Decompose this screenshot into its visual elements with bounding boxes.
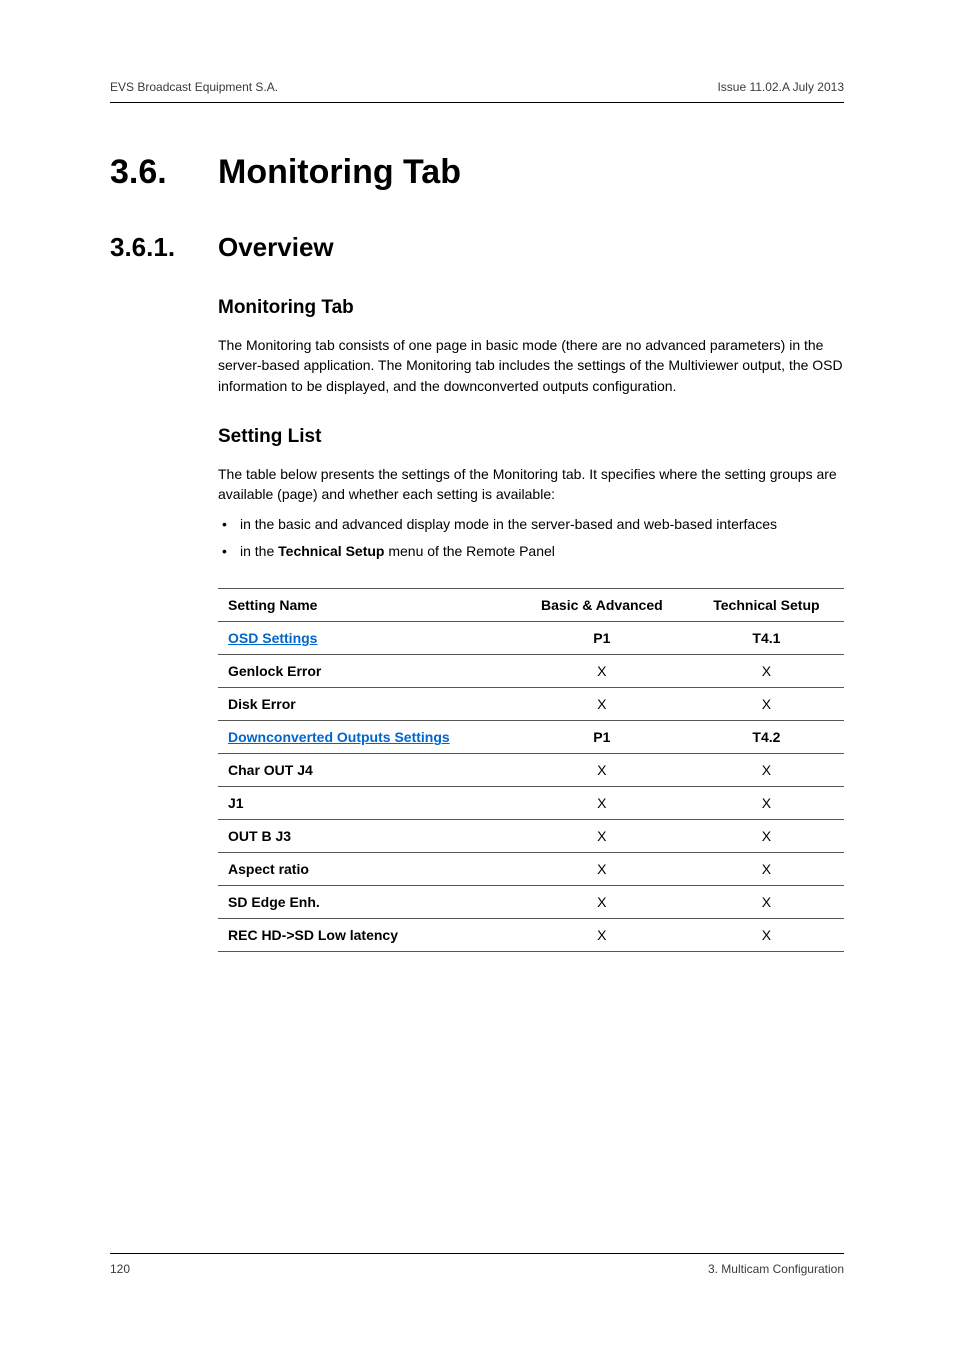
bullet-bold: Technical Setup xyxy=(278,543,384,559)
setting-name-cell: SD Edge Enh. xyxy=(218,886,515,919)
setting-name-cell: J1 xyxy=(218,787,515,820)
monitoring-tab-paragraph: The Monitoring tab consists of one page … xyxy=(218,335,844,396)
monitoring-tab-heading: Monitoring Tab xyxy=(218,297,844,319)
setting-list-heading: Setting List xyxy=(218,426,844,448)
header-rule xyxy=(110,102,844,103)
footer-rule xyxy=(110,1253,844,1254)
table-row: SD Edge Enh.XX xyxy=(218,886,844,919)
basic-advanced-cell: X xyxy=(515,754,689,787)
setting-list-intro: The table below presents the settings of… xyxy=(218,464,844,505)
table-row: Aspect ratioXX xyxy=(218,853,844,886)
table-row: OSD Settings P1T4.1 xyxy=(218,622,844,655)
table-header-row: Setting Name Basic & Advanced Technical … xyxy=(218,589,844,622)
table-row: REC HD->SD Low latencyXX xyxy=(218,919,844,952)
setting-name-cell: OUT B J3 xyxy=(218,820,515,853)
basic-advanced-cell: X xyxy=(515,688,689,721)
technical-setup-cell: X xyxy=(689,919,844,952)
setting-name-cell: Char OUT J4 xyxy=(218,754,515,787)
list-item: in the basic and advanced display mode i… xyxy=(218,514,844,535)
technical-setup-cell: X xyxy=(689,886,844,919)
section-title: Monitoring Tab xyxy=(218,153,461,192)
bullet-text: in the basic and advanced display mode i… xyxy=(240,516,777,532)
basic-advanced-cell: X xyxy=(515,820,689,853)
technical-setup-cell: X xyxy=(689,655,844,688)
footer-page-number: 120 xyxy=(110,1262,130,1276)
basic-advanced-cell: X xyxy=(515,886,689,919)
section-link[interactable]: Downconverted Outputs Settings xyxy=(228,729,450,745)
subsection-number: 3.6.1. xyxy=(110,232,218,263)
technical-setup-cell: X xyxy=(689,820,844,853)
setting-name-cell: Downconverted Outputs Settings xyxy=(218,721,515,754)
col-technical-setup: Technical Setup xyxy=(689,589,844,622)
page-footer: 120 3. Multicam Configuration xyxy=(110,1253,844,1276)
technical-setup-cell: X xyxy=(689,853,844,886)
bullet-prefix: in the xyxy=(240,543,278,559)
basic-advanced-cell: X xyxy=(515,919,689,952)
col-basic-advanced: Basic & Advanced xyxy=(515,589,689,622)
header-right: Issue 11.02.A July 2013 xyxy=(717,80,844,94)
setting-name-cell: Aspect ratio xyxy=(218,853,515,886)
setting-name-cell: OSD Settings xyxy=(218,622,515,655)
header-left: EVS Broadcast Equipment S.A. xyxy=(110,80,278,94)
basic-advanced-cell: X xyxy=(515,787,689,820)
table-row: Downconverted Outputs Settings P1T4.2 xyxy=(218,721,844,754)
setting-name-cell: Disk Error xyxy=(218,688,515,721)
subsection-title: Overview xyxy=(218,232,334,263)
table-row: J1XX xyxy=(218,787,844,820)
technical-setup-cell: T4.1 xyxy=(689,622,844,655)
basic-advanced-cell: P1 xyxy=(515,721,689,754)
col-setting-name: Setting Name xyxy=(218,589,515,622)
list-item: in the Technical Setup menu of the Remot… xyxy=(218,541,844,562)
basic-advanced-cell: X xyxy=(515,655,689,688)
settings-table: Setting Name Basic & Advanced Technical … xyxy=(218,588,844,952)
technical-setup-cell: T4.2 xyxy=(689,721,844,754)
setting-list-bullets: in the basic and advanced display mode i… xyxy=(218,514,844,562)
section-number: 3.6. xyxy=(110,153,218,192)
basic-advanced-cell: P1 xyxy=(515,622,689,655)
section-link[interactable]: OSD Settings xyxy=(228,630,317,646)
footer-chapter: 3. Multicam Configuration xyxy=(708,1262,844,1276)
setting-name-cell: REC HD->SD Low latency xyxy=(218,919,515,952)
section-heading: 3.6. Monitoring Tab xyxy=(110,153,844,192)
setting-name-cell: Genlock Error xyxy=(218,655,515,688)
technical-setup-cell: X xyxy=(689,688,844,721)
table-row: Char OUT J4XX xyxy=(218,754,844,787)
technical-setup-cell: X xyxy=(689,754,844,787)
basic-advanced-cell: X xyxy=(515,853,689,886)
table-row: OUT B J3XX xyxy=(218,820,844,853)
page-header: EVS Broadcast Equipment S.A. Issue 11.02… xyxy=(110,80,844,102)
technical-setup-cell: X xyxy=(689,787,844,820)
bullet-suffix: menu of the Remote Panel xyxy=(384,543,554,559)
table-row: Genlock ErrorXX xyxy=(218,655,844,688)
subsection-heading: 3.6.1. Overview xyxy=(110,232,844,263)
table-row: Disk ErrorXX xyxy=(218,688,844,721)
